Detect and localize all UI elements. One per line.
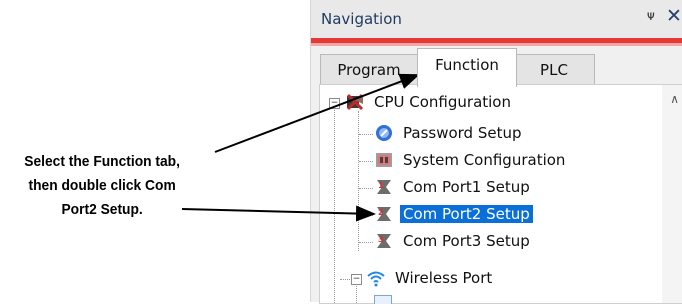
tab-plc[interactable]: PLC bbox=[513, 54, 595, 85]
scroll-up-icon[interactable]: ∧ bbox=[670, 92, 679, 106]
tree-item-system-configuration[interactable]: System Configuration bbox=[374, 147, 568, 173]
tree-node-label: Wireless Port bbox=[395, 269, 493, 287]
svg-text:2: 2 bbox=[378, 208, 384, 217]
tree-item-label: Com Port3 Setup bbox=[403, 232, 530, 250]
tree-item-password-setup[interactable]: Password Setup bbox=[374, 120, 525, 146]
tab-strip: Program Function PLC bbox=[311, 48, 682, 87]
panel-accent-shadow bbox=[311, 43, 682, 46]
tree-item-label: Com Port2 Setup bbox=[400, 205, 533, 223]
com-port-icon: 3 bbox=[374, 231, 394, 251]
tree-item-label: System Configuration bbox=[403, 151, 566, 169]
tree-item-com-port1-setup[interactable]: 1 Com Port1 Setup bbox=[374, 174, 533, 200]
tree-connector bbox=[359, 161, 373, 162]
tree-item-label: Password Setup bbox=[403, 124, 522, 142]
tree-connector bbox=[359, 215, 373, 216]
panel-title: Navigation bbox=[321, 10, 402, 28]
close-icon[interactable]: ✕ bbox=[666, 5, 682, 27]
tree-connector bbox=[359, 134, 373, 135]
instruction-line-3: Port2 Setup. bbox=[61, 201, 143, 218]
svg-text:1: 1 bbox=[378, 181, 384, 190]
tree-connector bbox=[359, 242, 373, 243]
navigation-panel: Navigation ᴪ ✕ Program Function PLC − CP… bbox=[310, 0, 682, 304]
system-configuration-icon bbox=[374, 150, 394, 170]
function-tree[interactable]: − CPU Configuration Password Setup Syste… bbox=[319, 84, 682, 304]
tree-item-label: Com Port1 Setup bbox=[403, 178, 530, 196]
tree-connector bbox=[359, 188, 373, 189]
tree-item-com-port2-setup[interactable]: 2 Com Port2 Setup bbox=[374, 201, 533, 227]
collapse-toggle[interactable]: − bbox=[351, 274, 362, 285]
wifi-icon bbox=[366, 268, 386, 288]
partial-item-icon bbox=[374, 295, 392, 304]
tree-node-wireless-port[interactable]: Wireless Port bbox=[366, 265, 495, 291]
svg-text:3: 3 bbox=[378, 235, 384, 244]
tab-function[interactable]: Function bbox=[417, 48, 517, 87]
tree-node-label: CPU Configuration bbox=[374, 93, 511, 111]
com-port-icon: 1 bbox=[374, 177, 394, 197]
pin-icon[interactable]: ᴪ bbox=[647, 9, 655, 24]
tree-connector bbox=[334, 106, 335, 303]
com-port-icon: 2 bbox=[374, 204, 394, 224]
cpu-configuration-icon bbox=[345, 92, 365, 112]
collapse-toggle[interactable]: − bbox=[329, 98, 340, 109]
tree-connector bbox=[358, 111, 359, 251]
tree-node-cpu-configuration[interactable]: CPU Configuration bbox=[345, 89, 514, 115]
tree-scrollbar[interactable]: ∧ bbox=[662, 85, 682, 303]
instruction-line-1: Select the Function tab, bbox=[24, 153, 180, 170]
password-icon bbox=[374, 123, 394, 143]
tab-program[interactable]: Program bbox=[320, 54, 418, 85]
panel-header: Navigation ᴪ ✕ bbox=[311, 0, 682, 38]
instruction-callout: Select the Function tab, then double cli… bbox=[0, 150, 204, 222]
tree-item-com-port3-setup[interactable]: 3 Com Port3 Setup bbox=[374, 228, 533, 254]
instruction-line-2: then double click Com bbox=[28, 177, 176, 194]
